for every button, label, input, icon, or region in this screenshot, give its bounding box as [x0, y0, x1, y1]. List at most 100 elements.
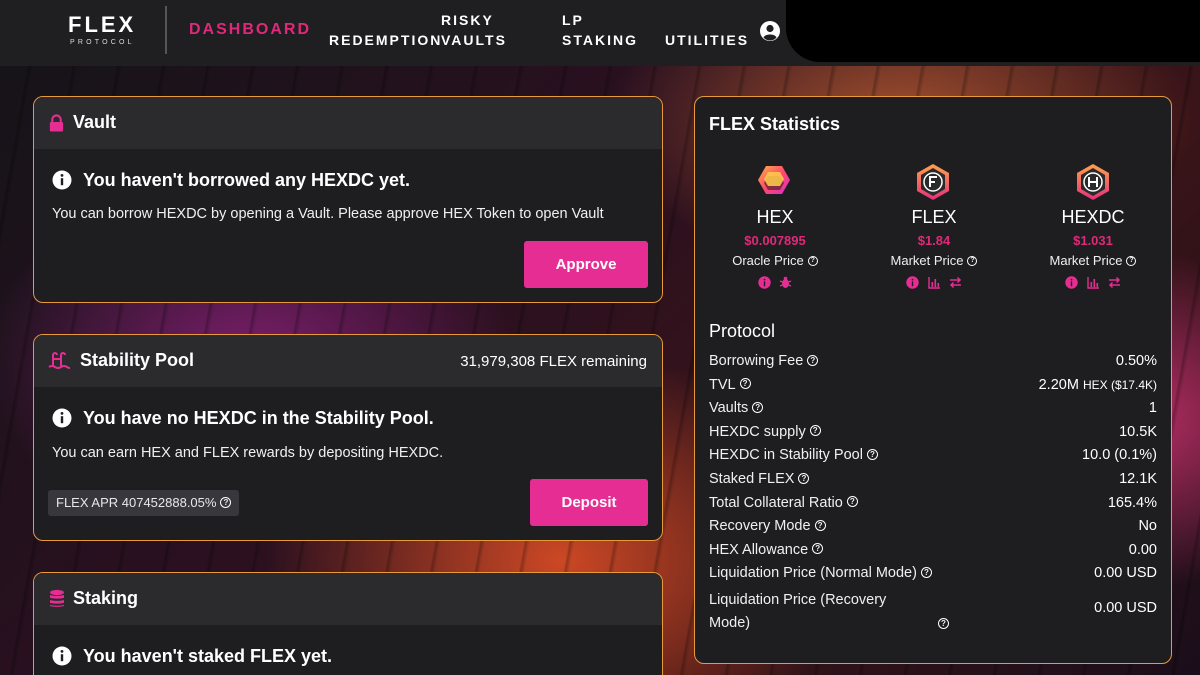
stability-pool-header: Stability Pool 31,979,308 FLEX remaining	[34, 335, 662, 387]
staking-title: Staking	[73, 588, 139, 608]
help-icon[interactable]: ?	[967, 255, 978, 266]
stat-total-collateral-ratio: Total Collateral Ratio? 165.4%	[709, 495, 1157, 519]
flex-price-label: Market Price?	[854, 253, 1014, 268]
stat-value: 1	[1148, 400, 1157, 417]
staking-message-title: You haven't staked FLEX yet.	[83, 646, 333, 666]
hex-price-label: Oracle Price?	[695, 253, 855, 268]
stability-pool-message-body: You can earn HEX and FLEX rewards by dep…	[52, 445, 444, 461]
vault-card: Vault You haven't borrowed any HEXDC yet…	[33, 96, 663, 303]
flex-actions	[854, 274, 1014, 289]
hex-actions	[695, 274, 855, 289]
info-icon	[52, 408, 72, 428]
chart-icon[interactable]	[1086, 276, 1100, 289]
flex-statistics-card: FLEX Statistics HEX $0.007895 Oracle Pri…	[694, 96, 1172, 664]
info-icon	[52, 170, 72, 190]
stat-label: Borrowing Fee	[709, 353, 804, 369]
swap-icon[interactable]	[949, 276, 962, 289]
stat-recovery-mode: Recovery Mode? No	[709, 518, 1157, 542]
help-icon[interactable]: ?	[812, 543, 824, 555]
staking-header: Staking	[34, 573, 662, 625]
stat-label-line1: Liquidation Price (Recovery	[709, 592, 887, 608]
nav-utilities[interactable]: UTILITIES	[665, 30, 749, 50]
stat-label: HEXDC in Stability Pool	[709, 447, 863, 464]
help-icon[interactable]: ?	[752, 401, 764, 413]
stat-value: 10.0 (0.1%)	[1082, 447, 1157, 464]
pool-icon	[48, 352, 70, 369]
stat-label: Vaults	[709, 400, 749, 417]
stat-value: No	[1138, 518, 1157, 535]
protocol-heading: Protocol	[709, 321, 776, 341]
stat-label: Staked FLEX	[709, 471, 795, 487]
help-icon[interactable]: ?	[798, 472, 810, 484]
stat-label-line2: Mode)	[709, 615, 751, 631]
stat-label: Total Collateral Ratio	[709, 494, 843, 511]
help-icon[interactable]: ?	[809, 425, 821, 437]
vault-message-body: You can borrow HEXDC by opening a Vault.…	[52, 206, 604, 222]
nav-dashboard[interactable]: DASHBOARD	[189, 20, 311, 40]
hexdc-logo-icon	[1077, 164, 1109, 200]
stat-label: HEXDC supply	[709, 423, 806, 440]
hexdc-price: $1.031	[1073, 233, 1113, 248]
help-icon[interactable]: ?	[220, 497, 232, 509]
nav-risky-line2: VAULTS	[441, 32, 507, 48]
chart-icon[interactable]	[927, 276, 941, 289]
swap-icon[interactable]	[1108, 276, 1121, 289]
nav-redemption[interactable]: REDEMPTION	[329, 30, 442, 50]
nav-lp-line1: LP	[562, 12, 584, 28]
stat-value: 165.4%	[1107, 494, 1157, 511]
help-icon[interactable]: ?	[807, 255, 818, 266]
info-icon[interactable]	[758, 276, 771, 289]
stat-tvl: TVL? 2.20M HEX ($17.4K)	[709, 377, 1157, 401]
flex-apr-badge[interactable]: FLEX APR 407452888.05%?	[48, 490, 240, 516]
logo-wordmark: FLEX	[68, 12, 137, 37]
vault-card-header: Vault	[34, 97, 662, 149]
nav-lp-staking[interactable]: LP STAKING	[562, 10, 642, 50]
help-icon[interactable]: ?	[739, 378, 751, 390]
help-icon[interactable]: ?	[938, 618, 949, 629]
help-icon[interactable]: ?	[866, 449, 878, 461]
hex-price: $0.007895	[744, 233, 806, 248]
top-nav-bar: FLEX PROTOCOL DASHBOARD REDEMPTION RISKY…	[0, 0, 1200, 66]
info-icon[interactable]	[1065, 276, 1078, 289]
stability-pool-message-title: You have no HEXDC in the Stability Pool.	[83, 408, 434, 428]
stat-label: Liquidation Price (Normal Mode)	[709, 565, 917, 582]
redacted-area	[786, 0, 1200, 62]
help-icon[interactable]: ?	[920, 567, 932, 579]
stat-value: 12.1K	[1119, 471, 1157, 487]
user-circle-icon[interactable]	[759, 20, 781, 42]
stat-value: 0.00 USD	[1094, 565, 1157, 582]
stat-value: 0.50%	[1115, 353, 1157, 369]
stability-pool-card: Stability Pool 31,979,308 FLEX remaining…	[33, 334, 663, 541]
hex-name: HEX	[756, 207, 794, 227]
deposit-button[interactable]: Deposit	[530, 479, 648, 526]
info-icon[interactable]	[906, 276, 919, 289]
database-icon	[50, 589, 64, 607]
stat-hex-allowance: HEX Allowance? 0.00	[709, 542, 1157, 566]
header-divider	[165, 6, 167, 54]
hex-logo-icon	[758, 166, 790, 194]
approve-button[interactable]: Approve	[524, 241, 648, 288]
stat-liquidation-price-normal: Liquidation Price (Normal Mode)? 0.00 US…	[709, 565, 1157, 589]
stat-value: 2.20M HEX ($17.4K)	[1038, 376, 1157, 393]
flex-apr-text: FLEX APR 407452888.05%	[56, 495, 217, 510]
flex-logo-icon	[917, 164, 949, 200]
help-icon[interactable]: ?	[814, 519, 826, 531]
stat-staked-flex: Staked FLEX? 12.1K	[709, 471, 1157, 495]
flex-protocol-logo[interactable]: FLEX PROTOCOL	[68, 12, 148, 46]
stat-value: 10.5K	[1119, 423, 1157, 440]
info-icon	[52, 646, 72, 666]
stat-value: 0.00 USD	[1094, 600, 1157, 616]
flex-name: FLEX	[911, 207, 957, 227]
stat-vaults: Vaults? 1	[709, 400, 1157, 424]
stat-value: 0.00	[1128, 541, 1157, 558]
help-icon[interactable]: ?	[1126, 255, 1137, 266]
vault-message-title: You haven't borrowed any HEXDC yet.	[83, 170, 411, 190]
stat-label: TVL	[709, 376, 736, 393]
hexdc-actions	[1013, 274, 1171, 289]
stat-label: HEX Allowance	[709, 541, 809, 558]
bug-icon[interactable]	[779, 276, 792, 289]
stat-liquidation-price-recovery: Liquidation Price (Recovery Mode)? 0.00 …	[709, 589, 1157, 635]
help-icon[interactable]: ?	[807, 354, 819, 366]
help-icon[interactable]: ?	[846, 496, 858, 508]
nav-risky-vaults[interactable]: RISKY VAULTS	[441, 10, 521, 50]
